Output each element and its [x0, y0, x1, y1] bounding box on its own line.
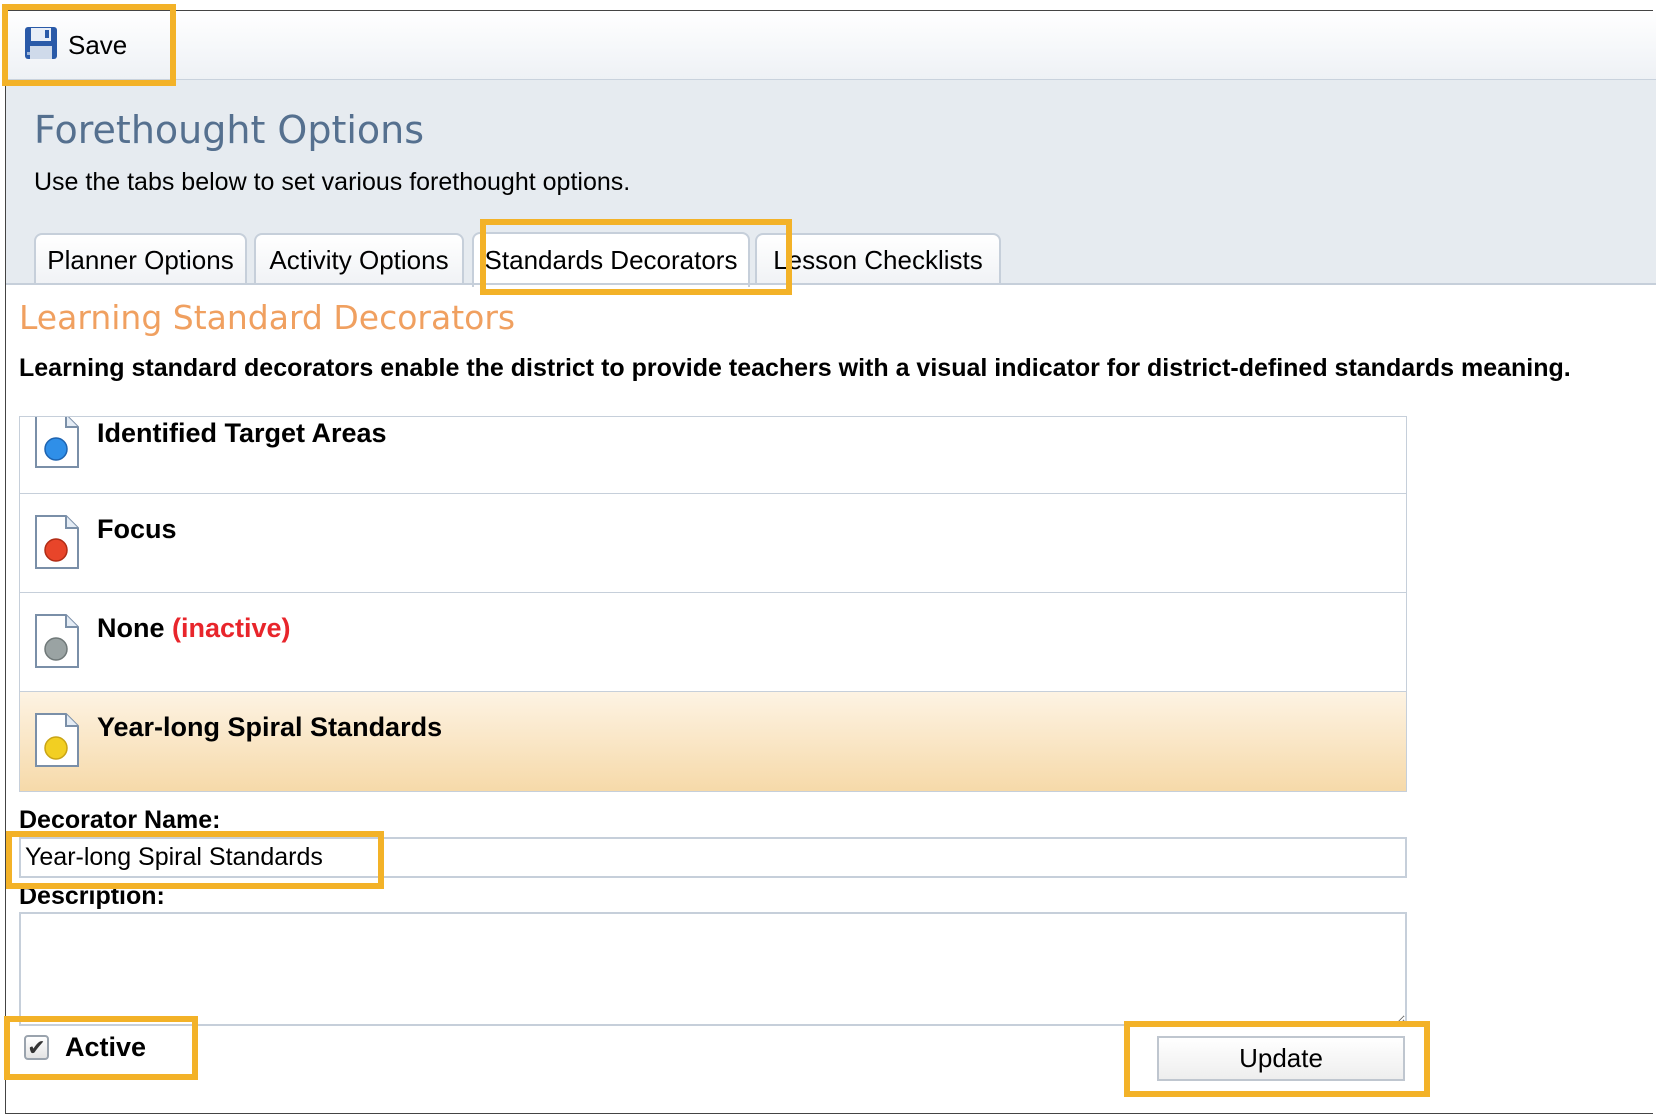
toolbar: Save — [6, 11, 1656, 80]
decorator-name: Focus — [97, 514, 177, 544]
tab-planner-options[interactable]: Planner Options — [34, 233, 247, 285]
page-subtitle: Use the tabs below to set various foreth… — [34, 168, 631, 196]
active-label: Active — [65, 1032, 147, 1062]
tab-label: Standards Decorators — [484, 245, 738, 275]
tab-label: Lesson Checklists — [773, 244, 983, 275]
page-title: Forethought Options — [34, 108, 425, 152]
decorator-name-label: Decorator Name: — [19, 806, 221, 834]
decorator-list: Identified Target Areas Focus None (inac… — [19, 416, 1407, 792]
tab-label: Planner Options — [47, 244, 234, 275]
save-button[interactable]: Save — [10, 6, 170, 78]
section-description: Learning standard decorators enable the … — [19, 354, 1571, 382]
decorator-name: Identified Target Areas — [97, 418, 387, 448]
section-title: Learning Standard Decorators — [19, 298, 516, 337]
list-item-focus[interactable]: Focus — [20, 494, 1406, 593]
floppy-disk-icon — [25, 27, 57, 59]
tab-activity-options[interactable]: Activity Options — [254, 233, 464, 285]
page-header: Forethought Options Use the tabs below t… — [6, 80, 1656, 287]
tab-lesson-checklists[interactable]: Lesson Checklists — [755, 233, 1001, 285]
tab-bar: Planner Options Activity Options Standar… — [28, 230, 1656, 287]
save-button-label: Save — [68, 30, 128, 60]
decorator-name-input[interactable] — [19, 837, 1407, 878]
inactive-status: (inactive) — [172, 613, 291, 643]
decorator-name: Year-long Spiral Standards — [97, 712, 443, 742]
decorator-name: None — [97, 613, 165, 643]
tab-label: Activity Options — [269, 244, 449, 275]
description-label: Description: — [19, 882, 165, 910]
red-dot-document-icon — [35, 515, 79, 569]
active-checkbox[interactable]: ✔ — [24, 1035, 49, 1060]
description-textarea[interactable] — [19, 912, 1407, 1026]
decorator-name-wrap: None (inactive) — [97, 613, 291, 644]
gray-dot-document-icon — [35, 614, 79, 668]
list-item-none[interactable]: None (inactive) — [20, 593, 1406, 692]
tab-standards-decorators[interactable]: Standards Decorators — [472, 232, 750, 287]
tab-content-divider — [6, 283, 1656, 285]
list-item-identified-target-areas[interactable]: Identified Target Areas — [20, 417, 1406, 494]
yellow-dot-document-icon — [35, 713, 79, 767]
blue-dot-document-icon — [35, 417, 79, 468]
list-item-year-long-spiral-standards[interactable]: Year-long Spiral Standards — [20, 692, 1406, 791]
update-button[interactable]: Update — [1157, 1036, 1405, 1081]
